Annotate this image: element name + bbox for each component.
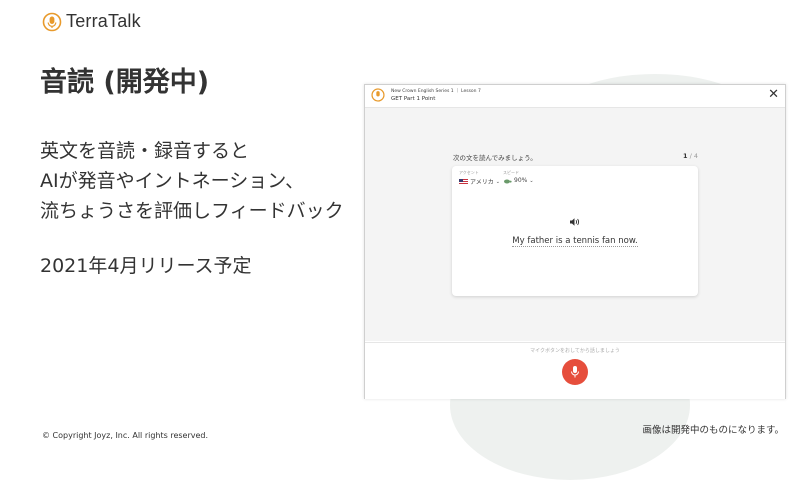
description-line: 流ちょうさを評価しフィードバック (40, 200, 344, 222)
feature-description: 英文を音読・録音すると AIが発音やイントネーション、 流ちょうさを評価しフィー… (40, 136, 344, 226)
close-icon[interactable]: ✕ (768, 88, 779, 102)
brand-name: TerraTalk (66, 11, 141, 31)
description-line: 英文を音読・録音すると (40, 140, 250, 162)
release-date: 2021年4月リリース予定 (40, 255, 252, 277)
app-header: New Crown English Series 1 ｜ Lesson 7 GE… (365, 85, 785, 108)
speed-value: 90% (514, 177, 528, 184)
counter-total: 4 (693, 152, 698, 160)
target-sentence: My father is a tennis fan now. (452, 236, 698, 247)
copyright-text: © Copyright Joyz, Inc. All rights reserv… (42, 431, 209, 440)
us-flag-icon (459, 178, 468, 185)
app-footer: マイクボタンをおしてから話しましょう (365, 342, 785, 399)
accent-select[interactable]: アメリカ ⌄ (459, 177, 500, 186)
terratalk-logo: TerraTalk (42, 11, 141, 32)
disclaimer-note: 画像は開発中のものになります。 (642, 425, 784, 436)
lesson-series: New Crown English Series 1 ｜ Lesson 7 (391, 89, 481, 94)
terratalk-logo-icon (42, 12, 62, 31)
speaker-icon[interactable] (569, 217, 581, 227)
speed-label: スピード (503, 170, 519, 175)
accent-value: アメリカ (470, 179, 494, 186)
microphone-icon (571, 366, 579, 378)
terratalk-logo-icon (371, 88, 385, 102)
mic-hint: マイクボタンをおしてから話しましょう (530, 348, 620, 354)
turtle-icon (504, 179, 512, 183)
instruction-text: 次の文を読んでみましょう。 (453, 154, 537, 162)
app-window: New Crown English Series 1 ｜ Lesson 7 GE… (364, 84, 786, 399)
sentence-card: アクセント アメリカ ⌄ スピード 90% ⌄ My father is a t… (452, 166, 698, 296)
sentence-counter: 1 / 4 (683, 152, 698, 160)
sentence-text: My father is a tennis fan now. (512, 236, 638, 247)
accent-label: アクセント (459, 170, 479, 175)
description-line: AIが発音やイントネーション、 (40, 170, 305, 192)
chevron-down-icon: ⌄ (495, 178, 500, 185)
mic-button[interactable] (562, 359, 588, 385)
chevron-down-icon: ⌄ (529, 177, 534, 184)
page-title: 音読 (開発中) (40, 67, 210, 98)
app-body: 次の文を読んでみましょう。 1 / 4 アクセント アメリカ ⌄ スピード 90… (365, 108, 785, 341)
speed-select[interactable]: 90% ⌄ (503, 177, 534, 184)
lesson-part: GET Part 1 Point (391, 96, 436, 102)
